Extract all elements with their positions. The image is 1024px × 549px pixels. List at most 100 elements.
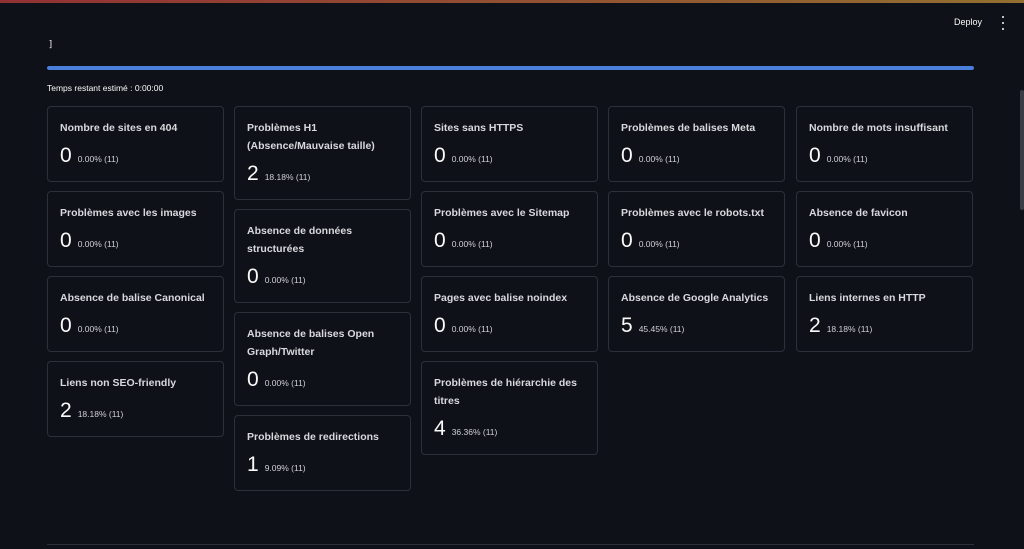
metric-row: 0 0.00% (11) [60, 145, 211, 167]
metric-percentage: 0.00% (11) [451, 239, 493, 249]
metric-row: 0 0.00% (11) [434, 145, 585, 167]
metric-percentage: 0.00% (11) [826, 154, 868, 164]
metric-title: Absence de balise Canonical [60, 292, 205, 304]
metric-title: Absence de données structurées [247, 225, 353, 255]
metric-title: Liens internes en HTTP [809, 292, 926, 304]
metric-title: Sites sans HTTPS [434, 122, 524, 134]
metric-title: Problèmes avec le robots.txt [621, 207, 764, 219]
metric-card: Nombre de mots insuffisant 0 0.00% (11) [796, 106, 973, 182]
metric-row: 2 18.18% (11) [60, 400, 211, 422]
metric-value: 0 [809, 144, 821, 167]
metric-title: Problèmes H1 (Absence/Mauvaise taille) [247, 122, 375, 152]
metric-value: 2 [60, 399, 72, 422]
metric-value: 0 [247, 368, 259, 391]
metric-card: Absence de balise Canonical 0 0.00% (11) [47, 276, 224, 352]
metric-title: Problèmes de redirections [247, 431, 379, 443]
metrics-column-1: Nombre de sites en 404 0 0.00% (11) Problèm… [47, 106, 224, 437]
deploy-button[interactable]: Deploy [950, 15, 986, 29]
metric-card: Problèmes avec le robots.txt 0 0.00% (11) [608, 191, 785, 267]
metric-row: 0 0.00% (11) [247, 369, 398, 391]
metric-card: Problèmes de hiérarchie des titres 4 36.36… [421, 361, 598, 455]
metric-card: Liens internes en HTTP 2 18.18% (11) [796, 276, 973, 352]
metric-row: 0 0.00% (11) [247, 266, 398, 288]
metrics-column-5: Nombre de mots insuffisant 0 0.00% (11) Abs… [796, 106, 973, 352]
metric-card: Absence de balises Open Graph/Twitter 0 0.… [234, 312, 411, 406]
metrics-column-3: Sites sans HTTPS 0 0.00% (11) Problèmes ave… [421, 106, 598, 455]
metric-row: 5 45.45% (11) [621, 315, 772, 337]
metric-title: Problèmes avec le Sitemap [434, 207, 570, 219]
metric-percentage: 0.00% (11) [451, 154, 493, 164]
metric-percentage: 18.18% (11) [264, 172, 311, 182]
progress-bar-fill [47, 66, 974, 70]
metric-card: Absence de Google Analytics 5 45.45% (11) [608, 276, 785, 352]
metric-percentage: 0.00% (11) [77, 154, 119, 164]
metric-title: Absence de Google Analytics [621, 292, 769, 304]
metric-card: Absence de favicon 0 0.00% (11) [796, 191, 973, 267]
metric-percentage: 0.00% (11) [77, 239, 119, 249]
metric-percentage: 0.00% (11) [264, 378, 306, 388]
metric-row: 0 0.00% (11) [60, 315, 211, 337]
metrics-column-4: Problèmes de balises Meta 0 0.00% (11) Prob… [608, 106, 785, 352]
metric-row: 4 36.36% (11) [434, 418, 585, 440]
metric-value: 0 [809, 229, 821, 252]
metric-value: 0 [621, 229, 633, 252]
metric-title: Problèmes de hiérarchie des titres [434, 377, 577, 407]
metric-percentage: 0.00% (11) [264, 275, 306, 285]
metric-percentage: 18.18% (11) [826, 324, 873, 334]
metric-value: 0 [60, 229, 72, 252]
metric-title: Nombre de mots insuffisant [809, 122, 948, 134]
eta-text: Temps restant estimé : 0:00:00 [47, 83, 164, 93]
metric-percentage: 18.18% (11) [77, 409, 124, 419]
metrics-column-2: Problèmes H1 (Absence/Mauvaise taille) 2 1… [234, 106, 411, 491]
metric-title: Absence de favicon [809, 207, 908, 219]
metric-value: 4 [434, 417, 446, 440]
more-options-icon[interactable] [998, 16, 1008, 30]
metric-row: 0 0.00% (11) [434, 315, 585, 337]
metric-value: 5 [621, 314, 633, 337]
metric-card: Nombre de sites en 404 0 0.00% (11) [47, 106, 224, 182]
metric-percentage: 0.00% (11) [638, 154, 680, 164]
metric-value: 0 [434, 229, 446, 252]
metric-percentage: 36.36% (11) [451, 427, 498, 437]
status-text: ] [48, 40, 54, 50]
metric-percentage: 0.00% (11) [826, 239, 868, 249]
metric-value: 0 [247, 265, 259, 288]
metric-row: 0 0.00% (11) [621, 145, 772, 167]
metric-title: Problèmes avec les images [60, 207, 197, 219]
metric-card: Problèmes de redirections 1 9.09% (11) [234, 415, 411, 491]
metric-row: 2 18.18% (11) [809, 315, 960, 337]
app-header: Deploy [0, 3, 1024, 39]
metric-percentage: 0.00% (11) [451, 324, 493, 334]
metric-row: 0 0.00% (11) [809, 145, 960, 167]
metric-percentage: 0.00% (11) [77, 324, 119, 334]
metric-card: Problèmes avec le Sitemap 0 0.00% (11) [421, 191, 598, 267]
metric-card: Liens non SEO-friendly 2 18.18% (11) [47, 361, 224, 437]
metric-row: 0 0.00% (11) [621, 230, 772, 252]
metric-row: 0 0.00% (11) [60, 230, 211, 252]
metric-value: 0 [434, 314, 446, 337]
progress-bar [47, 66, 974, 70]
metric-card: Sites sans HTTPS 0 0.00% (11) [421, 106, 598, 182]
metric-card: Problèmes de balises Meta 0 0.00% (11) [608, 106, 785, 182]
metric-value: 0 [60, 314, 72, 337]
metric-value: 2 [247, 162, 259, 185]
metric-row: 0 0.00% (11) [809, 230, 960, 252]
metric-card: Pages avec balise noindex 0 0.00% (11) [421, 276, 598, 352]
metric-value: 0 [434, 144, 446, 167]
metric-title: Problèmes de balises Meta [621, 122, 756, 134]
metric-row: 1 9.09% (11) [247, 454, 398, 476]
metric-title: Liens non SEO-friendly [60, 377, 177, 389]
metric-title: Absence de balises Open Graph/Twitter [247, 328, 375, 358]
metric-value: 2 [809, 314, 821, 337]
scrollbar[interactable] [1020, 90, 1024, 210]
metric-value: 0 [60, 144, 72, 167]
metric-card: Problèmes H1 (Absence/Mauvaise taille) 2 1… [234, 106, 411, 200]
metric-row: 2 18.18% (11) [247, 163, 398, 185]
metric-value: 0 [621, 144, 633, 167]
metric-percentage: 45.45% (11) [638, 324, 685, 334]
metric-percentage: 0.00% (11) [638, 239, 680, 249]
metric-title: Pages avec balise noindex [434, 292, 568, 304]
metric-card: Absence de données structurées 0 0.00% (11… [234, 209, 411, 303]
divider [47, 544, 974, 545]
metric-row: 0 0.00% (11) [434, 230, 585, 252]
